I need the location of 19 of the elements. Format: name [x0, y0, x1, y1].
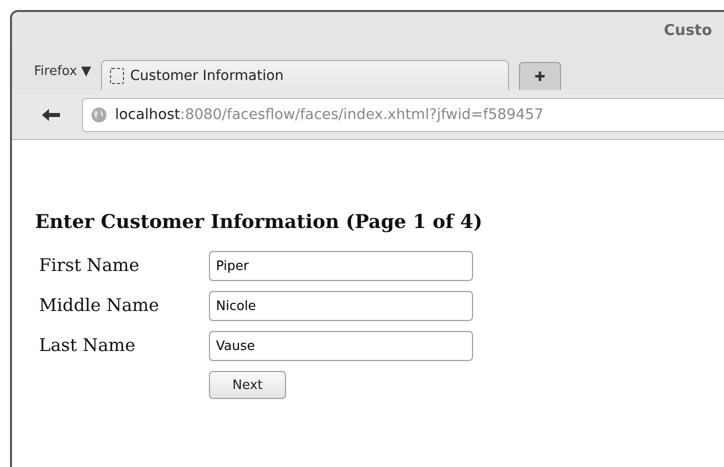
- browser-tab[interactable]: Customer Information: [101, 60, 510, 90]
- next-button[interactable]: Next: [209, 371, 286, 399]
- window-title: Custo: [664, 21, 712, 39]
- firefox-menu-button[interactable]: Firefox ▼: [34, 64, 96, 90]
- input-field[interactable]: Vause: [209, 331, 473, 361]
- url-host: localhost: [115, 106, 180, 122]
- new-tab-button[interactable]: ✚: [519, 62, 562, 90]
- url-path: :8080/facesflow/faces/index.xhtml?jfwid=f589457: [180, 106, 544, 122]
- input-field[interactable]: Nicole: [209, 291, 473, 321]
- tab-title: Customer Information: [130, 68, 284, 84]
- globe-icon: [91, 106, 107, 122]
- input-field[interactable]: Piper: [209, 251, 473, 281]
- page-icon: [110, 68, 124, 84]
- field-label: Last Name: [39, 336, 136, 356]
- page-heading: Enter Customer Information (Page 1 of 4): [35, 211, 484, 233]
- field-label: Middle Name: [39, 296, 160, 316]
- address-bar[interactable]: localhost:8080/facesflow/faces/index.xhtml?jfwid=f589457: [82, 98, 724, 132]
- field-label: First Name: [39, 256, 140, 276]
- back-arrow-icon[interactable]: [42, 108, 60, 120]
